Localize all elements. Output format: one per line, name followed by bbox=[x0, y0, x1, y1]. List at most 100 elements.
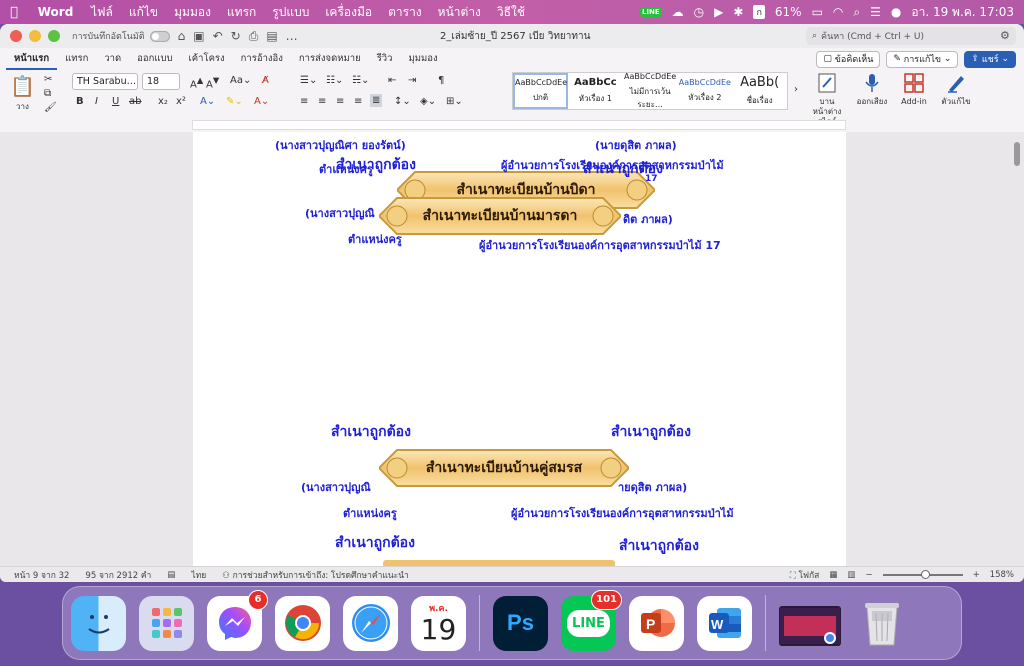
text-effects-icon[interactable]: A⌄ bbox=[200, 96, 215, 107]
menu-format[interactable]: รูปแบบ bbox=[264, 3, 317, 22]
clear-format-icon[interactable]: A̸ bbox=[262, 75, 269, 86]
tab-layout[interactable]: เค้าโครง bbox=[181, 48, 233, 70]
tab-design[interactable]: ออกแบบ bbox=[129, 48, 180, 70]
menu-table[interactable]: ตาราง bbox=[380, 3, 430, 22]
page-count[interactable]: หน้า 9 จาก 32 bbox=[14, 568, 69, 582]
control-center-icon[interactable]: ☰ bbox=[870, 5, 881, 19]
strikethrough-icon[interactable]: ab bbox=[129, 96, 141, 107]
decrease-indent-icon[interactable]: ⇤ bbox=[388, 75, 396, 86]
horizontal-ruler[interactable] bbox=[192, 120, 846, 130]
close-window-button[interactable] bbox=[10, 30, 22, 42]
shrink-font-icon[interactable]: A▼ bbox=[206, 75, 219, 90]
styles-more-icon[interactable]: › bbox=[794, 84, 798, 95]
web-layout-icon[interactable]: ▥ bbox=[847, 570, 855, 580]
language-label[interactable]: ไทย bbox=[191, 568, 206, 582]
cut-icon[interactable]: ✂ bbox=[44, 74, 52, 85]
more-qat-icon[interactable]: … bbox=[286, 29, 298, 44]
zoom-out-icon[interactable]: − bbox=[865, 570, 872, 580]
input-source-icon[interactable]: ก bbox=[753, 5, 765, 19]
align-center-icon[interactable]: ≡ bbox=[318, 96, 326, 107]
proofing-icon[interactable]: ▤ bbox=[167, 570, 175, 580]
shading-icon[interactable]: ◈⌄ bbox=[420, 96, 436, 107]
tab-draw[interactable]: วาด bbox=[96, 48, 129, 70]
wifi-icon[interactable]: ◠ bbox=[833, 5, 843, 19]
finder-icon[interactable] bbox=[71, 595, 126, 651]
menu-tools[interactable]: เครื่องมือ bbox=[317, 3, 380, 22]
autosave-toggle[interactable] bbox=[149, 30, 170, 42]
bullets-icon[interactable]: ☰⌄ bbox=[300, 75, 317, 86]
document-icon[interactable]: ▤ bbox=[266, 29, 277, 44]
superscript-icon[interactable]: x² bbox=[176, 96, 186, 107]
multilevel-list-icon[interactable]: ☵⌄ bbox=[352, 75, 369, 86]
accessibility-status[interactable]: ⚇ การช่วยสำหรับการเข้าถึง: โปรดศึกษาคำแน… bbox=[222, 568, 409, 582]
timer-icon[interactable]: ◷ bbox=[694, 5, 704, 19]
zoom-window-button[interactable] bbox=[48, 30, 60, 42]
style-heading2[interactable]: AaBbCcDdEe หัวเรื่อง 2 bbox=[678, 73, 733, 109]
highlight-icon[interactable]: ✎⌄ bbox=[226, 96, 243, 107]
minimized-window-thumbnail[interactable] bbox=[779, 606, 841, 646]
styles-pane-button[interactable]: บานหน้าต่างสไตล์ bbox=[806, 72, 848, 127]
paste-icon[interactable]: 📋 bbox=[10, 74, 35, 98]
powerpoint-icon[interactable]: P bbox=[629, 595, 684, 651]
minimize-window-button[interactable] bbox=[29, 30, 41, 42]
tab-insert[interactable]: แทรก bbox=[57, 48, 96, 70]
paste-label[interactable]: วาง bbox=[16, 100, 29, 113]
comments-button[interactable]: ▢ ข้อคิดเห็น bbox=[816, 50, 881, 68]
search-menu-icon[interactable]: ⌕ bbox=[853, 5, 860, 20]
numbering-icon[interactable]: ☷⌄ bbox=[326, 75, 343, 86]
menu-file[interactable]: ไฟล์ bbox=[83, 3, 121, 22]
increase-indent-icon[interactable]: ⇥ bbox=[408, 75, 416, 86]
menu-insert[interactable]: แทรก bbox=[219, 3, 264, 22]
underline-icon[interactable]: U bbox=[112, 96, 119, 107]
apple-menu-icon[interactable]:  bbox=[0, 5, 28, 20]
photoshop-icon[interactable]: Ps bbox=[493, 595, 548, 651]
font-color-icon[interactable]: A⌄ bbox=[254, 96, 269, 107]
user-icon[interactable]: ● bbox=[891, 5, 901, 19]
align-right-icon[interactable]: ≡ bbox=[336, 96, 344, 107]
grow-font-icon[interactable]: A▲ bbox=[190, 75, 203, 90]
chrome-icon[interactable] bbox=[275, 595, 330, 651]
menu-datetime[interactable]: อา. 19 พ.ค. 17:03 bbox=[911, 3, 1014, 22]
menu-view[interactable]: มุมมอง bbox=[166, 3, 219, 22]
save-icon[interactable]: ▣ bbox=[193, 29, 204, 44]
search-box[interactable]: ⌕ ค้นหา (Cmd + Ctrl + U) bbox=[806, 27, 1016, 45]
cloud-icon[interactable]: ☁ bbox=[672, 5, 684, 19]
style-heading1[interactable]: AaBbCc หัวเรื่อง 1 bbox=[568, 73, 623, 109]
tab-review[interactable]: รีวิว bbox=[369, 48, 401, 70]
zoom-level[interactable]: 158% bbox=[990, 570, 1014, 580]
document-title[interactable]: 2_เล่มซ้าย_ปี 2567 เบีย วิทยาทาน bbox=[440, 29, 590, 44]
change-case-icon[interactable]: Aa⌄ bbox=[230, 75, 251, 86]
launchpad-icon[interactable] bbox=[139, 595, 194, 651]
focus-button[interactable]: ⛶ โฟกัส bbox=[790, 568, 820, 582]
bold-icon[interactable]: B bbox=[76, 96, 84, 107]
battery-icon[interactable]: ▭ bbox=[812, 5, 823, 19]
font-name-dropdown[interactable]: TH Sarabu… bbox=[72, 73, 138, 90]
menu-window[interactable]: หน้าต่าง bbox=[430, 3, 489, 22]
zoom-slider[interactable] bbox=[882, 569, 963, 579]
safari-icon[interactable] bbox=[343, 595, 398, 651]
menu-help[interactable]: วิธีใช้ bbox=[489, 3, 533, 22]
addin-button[interactable]: Add-in bbox=[894, 72, 934, 107]
messenger-icon[interactable]: 6 bbox=[207, 589, 268, 651]
subscript-icon[interactable]: x₂ bbox=[158, 96, 168, 107]
zoom-slider-thumb[interactable] bbox=[920, 569, 930, 579]
bluetooth-icon[interactable]: ✱ bbox=[733, 5, 743, 19]
word-count[interactable]: 95 จาก 2912 คำ bbox=[85, 568, 151, 582]
vertical-scrollbar[interactable] bbox=[1014, 142, 1020, 166]
line-spacing-icon[interactable]: ↕⌄ bbox=[394, 96, 411, 107]
play-icon[interactable]: ▶ bbox=[714, 5, 723, 19]
paragraph-mark-icon[interactable]: ¶ bbox=[438, 75, 444, 86]
home-icon[interactable]: ⌂ bbox=[178, 29, 186, 44]
undo-icon[interactable]: ↶ bbox=[213, 29, 223, 44]
style-no-spacing[interactable]: AaBbCcDdEe ไม่มีการเว้นระยะ… bbox=[623, 72, 678, 109]
align-left-icon[interactable]: ≡ bbox=[300, 96, 308, 107]
zoom-in-icon[interactable]: + bbox=[973, 570, 980, 580]
redo-icon[interactable]: ↻ bbox=[231, 29, 241, 44]
word-app-icon[interactable]: W bbox=[697, 595, 752, 651]
tab-view[interactable]: มุมมอง bbox=[400, 48, 445, 70]
trash-icon[interactable] bbox=[854, 596, 909, 651]
dictate-button[interactable]: ออกเสียง bbox=[852, 72, 892, 107]
copy-icon[interactable]: ⧉ bbox=[44, 88, 51, 99]
editor-button[interactable]: ตัวแก้ไข bbox=[936, 72, 976, 107]
line-app-icon[interactable]: LINE 101 bbox=[561, 589, 622, 651]
